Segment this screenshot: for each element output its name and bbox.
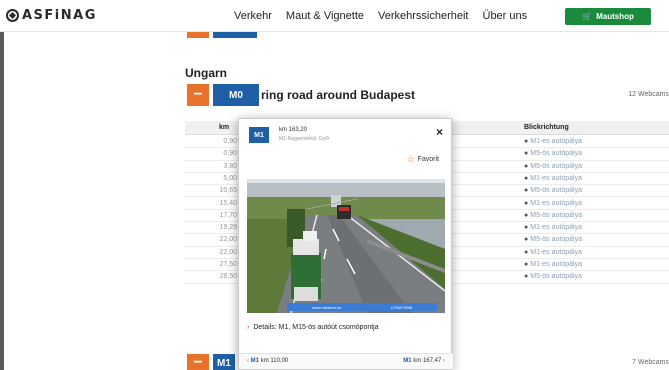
eye-icon: ● [524,150,529,158]
direction-text: M1-es autópálya [530,224,582,232]
favorite-button[interactable]: ☆ Favorit [407,154,439,165]
eye-icon: ● [524,248,529,256]
direction-text: M5-ös autópálya [530,187,582,195]
direction-cell[interactable]: ● M1-es autópálya [524,175,582,182]
asfinag-logo[interactable]: ASFiNAG [6,8,97,23]
close-icon[interactable]: × [436,125,443,139]
collapse-button[interactable]: − [187,354,209,370]
km-cell: 17,70 [219,211,237,219]
direction-cell[interactable]: ● M1-es autópálya [524,249,582,256]
direction-cell[interactable]: ● M1-es autópálya [524,224,582,231]
direction-text: M5-ös autópálya [530,211,582,219]
details-text: Details: M1, M15-ös autóút csomópontja [253,324,379,331]
direction-cell[interactable]: ● M5-ös autópálya [524,187,582,194]
km-cell: 27,50 [219,261,237,268]
logo-text: ASFiNAG [22,8,97,23]
direction-text: M5-ös autópálya [530,162,582,170]
next-km: km 167,47 [413,358,442,364]
direction-cell[interactable]: ● M1-es autópálya [524,200,582,207]
prev-road: M1 [250,358,260,364]
direction-text: M5-ös autópálya [530,273,582,281]
page: ASFiNAG Verkehr Maut & Vignette Verkehrs… [0,0,669,370]
column-header-km: km [219,124,230,131]
star-icon: ☆ [406,154,415,164]
nav-item-verkehr[interactable]: Verkehr [234,10,272,22]
main-nav: Verkehr Maut & Vignette Verkehrssicherhe… [234,10,541,22]
nav-item-ueber-uns[interactable]: Über uns [483,10,528,22]
km-cell: 0,90 [223,150,237,158]
nav-item-verkehrssicherheit[interactable]: Verkehrssicherheit [378,10,469,22]
direction-text: M1-es autópálya [530,261,582,268]
direction-text: M1-es autópálya [530,248,582,256]
direction-text: M1-es autópálya [530,174,582,182]
webcam-caption: www.utinform.hu UTINFORM [287,303,437,311]
eye-icon: ● [524,187,529,195]
eye-icon: ● [524,211,529,219]
cart-icon: 🛒 [582,12,593,21]
direction-cell[interactable]: ● M5-ös autópálya [524,236,582,243]
webcam-popup: M1 km 163,20 M1-Nagyendrédi, Győr × ☆ Fa… [238,118,453,370]
km-cell: 0,90 [223,138,237,145]
chevron-left-icon: ‹ [247,358,249,364]
prev-km: km 110,00 [260,358,289,364]
chevron-right-icon: › [247,324,250,331]
eye-icon: ● [524,162,529,170]
prev-webcam-link[interactable]: ‹ M1 km 110,00 [247,358,288,364]
eye-icon: ● [524,174,529,182]
eye-icon: ● [524,199,529,207]
km-cell: 28,50 [219,273,237,281]
eye-icon: ● [524,224,529,232]
direction-text: M5-ös autópálya [530,236,582,244]
mautshop-label: Mautshop [596,12,634,21]
next-road: M1 [403,358,412,364]
popup-km: km 163,20 [279,127,308,133]
eye-icon: ● [524,236,529,244]
direction-text: M1-es autópálya [530,199,582,207]
km-cell: 5,00 [223,174,237,182]
road-badge[interactable]: M0 [213,84,259,106]
km-cell: 22,00 [219,236,237,244]
direction-cell[interactable]: ● M1-es autópálya [524,138,582,145]
nav-item-maut-vignette[interactable]: Maut & Vignette [286,10,364,22]
direction-cell[interactable]: ● M5-ös autópálya [524,212,582,219]
eye-icon: ● [524,138,529,145]
direction-text: M1-es autópálya [530,138,582,145]
popup-location: M1-Nagyendrédi, Győr [279,136,330,142]
next-webcam-link[interactable]: M1 km 167,47 › [403,358,445,364]
eye-icon: ● [524,261,529,268]
column-header-direction: Blickrichtung [524,124,569,131]
road-row-m0: − M0 ring road around Budapest 12 Webcam… [187,84,669,106]
km-cell: 3,80 [223,162,237,170]
direction-cell[interactable]: ● M5-ös autópálya [524,150,582,157]
webcam-image[interactable]: www.utinform.hu UTINFORM [247,179,445,313]
caption-url: www.utinform.hu [311,304,342,310]
direction-cell[interactable]: ● M1-es autópálya [524,261,582,268]
details-link[interactable]: › Details: M1, M15-ös autóút csomópontja [247,324,379,331]
direction-cell[interactable]: ● M5-ös autópálya [524,273,582,280]
km-cell: 19,29 [219,224,237,232]
country-heading: Ungarn [185,66,227,80]
webcam-count: 7 Webcams [632,359,669,366]
webcam-count: 12 Webcams [628,91,669,98]
highway-camera-scene [247,179,445,313]
eye-icon: ● [524,273,529,281]
road-badge[interactable]: M1 [213,354,235,370]
km-cell: 10,65 [219,187,237,195]
km-cell: 22,00 [219,248,237,256]
km-cell: 15,40 [219,199,237,207]
left-edge-bar [0,30,4,370]
collapse-button[interactable]: − [187,84,209,106]
caption-brand: UTINFORM [391,304,413,310]
popup-footer: ‹ M1 km 110,00 M1 km 167,47 › [239,353,453,369]
mautshop-button[interactable]: 🛒 Mautshop [565,8,651,25]
direction-text: M5-ös autópálya [530,150,582,158]
road-description: ring road around Budapest [261,88,416,102]
favorite-label: Favorit [417,156,439,163]
direction-cell[interactable]: ● M5-ös autópálya [524,163,582,170]
logo-icon [6,9,19,22]
top-header: ASFiNAG Verkehr Maut & Vignette Verkehrs… [0,0,669,32]
chevron-right-icon: › [443,358,445,364]
popup-road-badge: M1 [249,127,269,143]
